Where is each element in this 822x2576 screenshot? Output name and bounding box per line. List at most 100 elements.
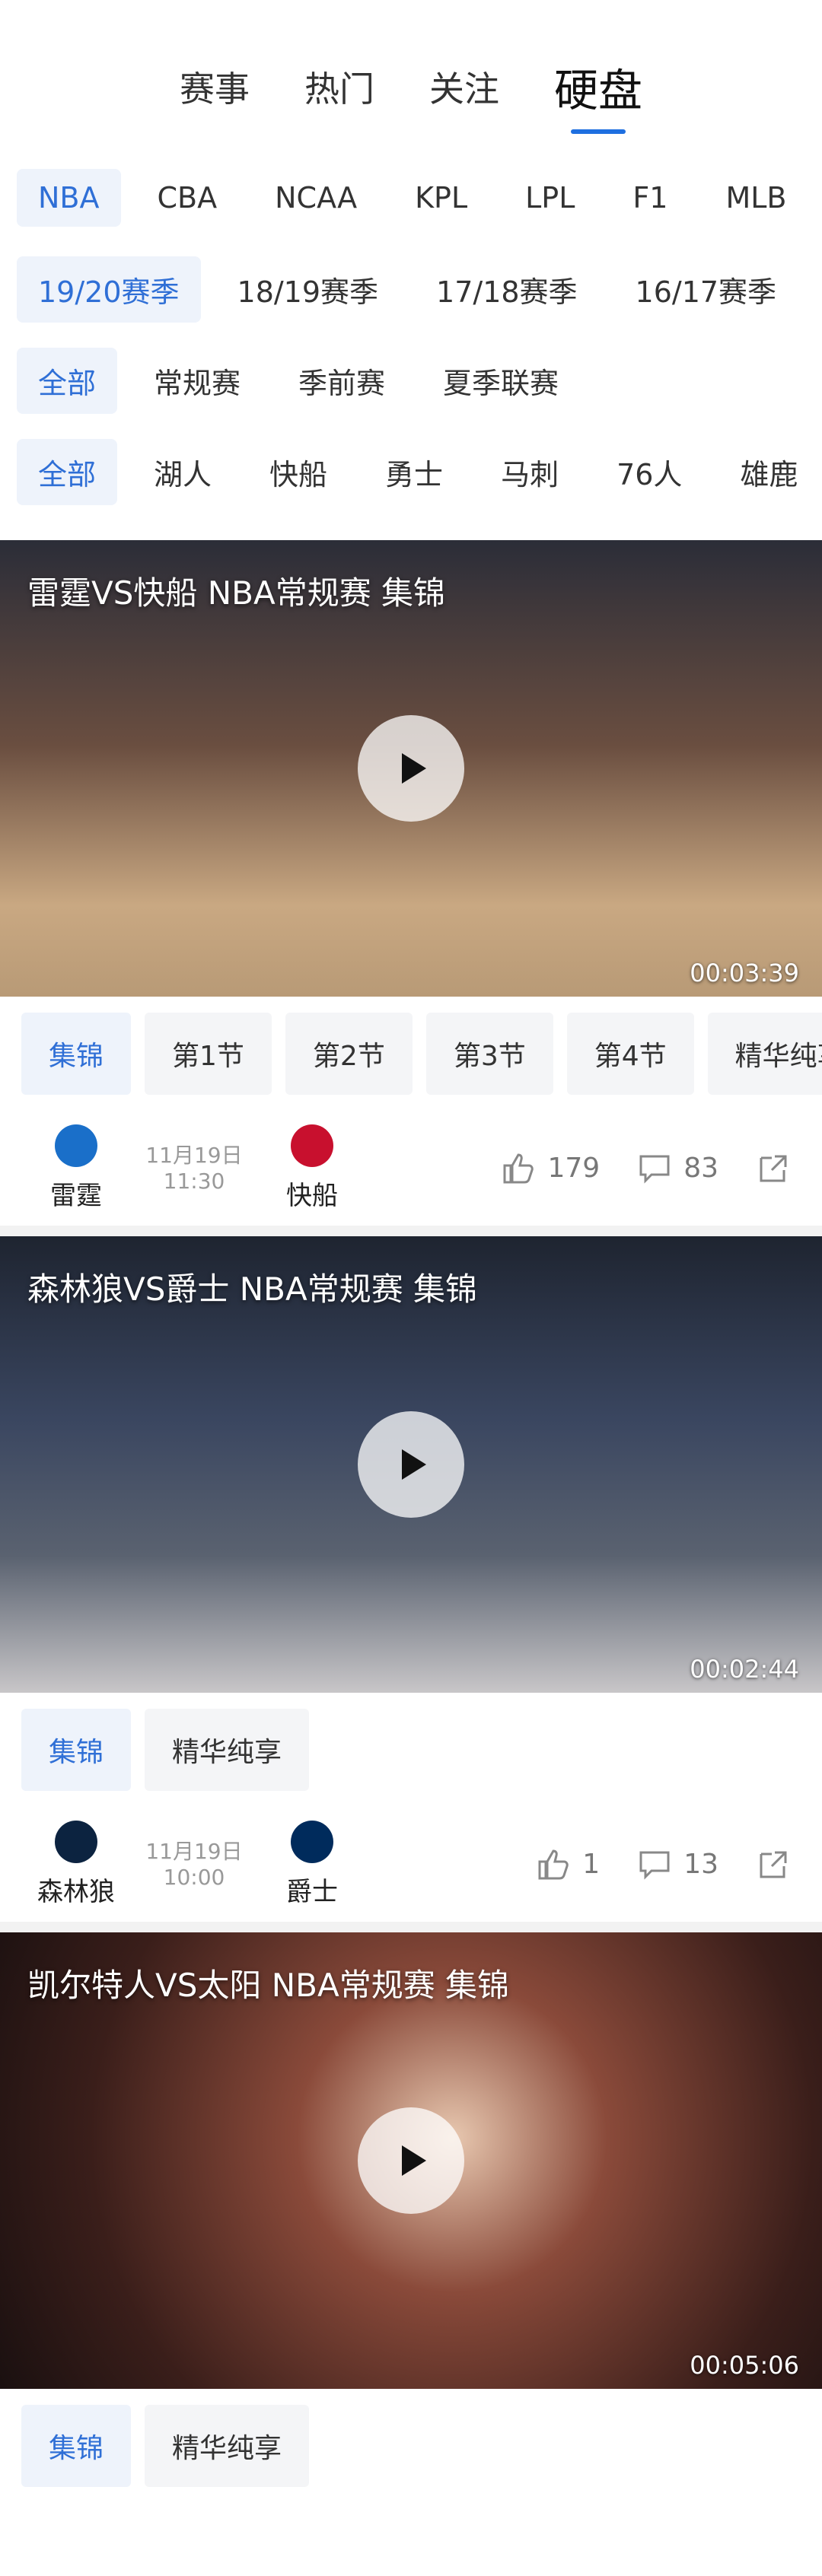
video-duration: 00:03:39 <box>690 959 799 987</box>
play-icon <box>402 753 426 784</box>
tab-events[interactable]: 赛事 <box>180 62 250 121</box>
play-icon <box>402 2145 426 2176</box>
segment-best[interactable]: 精华纯享 <box>145 1709 310 1791</box>
team-name: 爵士 <box>286 1877 338 1907</box>
away-team[interactable]: 快船 <box>266 1124 358 1212</box>
filter-league-cba[interactable]: CBA <box>136 169 239 227</box>
team-name: 快船 <box>286 1181 338 1211</box>
filter-season-1617[interactable]: 16/17赛季 <box>614 256 798 323</box>
video-title: 凯尔特人VS太阳 NBA常规赛 集锦 <box>27 1967 510 2004</box>
video-title: 森林狼VS爵士 NBA常规赛 集锦 <box>27 1271 478 1308</box>
top-tab-bar: 赛事 热门 关注 硬盘 <box>0 0 822 152</box>
match-clock: 10:00 <box>163 1864 225 1890</box>
filter-type-summer[interactable]: 夏季联赛 <box>422 348 580 414</box>
play-button[interactable] <box>358 715 464 822</box>
team-logo-icon <box>55 1821 97 1863</box>
filter-league-nba[interactable]: NBA <box>17 169 121 227</box>
match-time: 11月19日 10:00 <box>122 1839 266 1891</box>
match-info-row: 雷霆 11月19日 11:30 快船 179 83 <box>0 1111 822 1236</box>
thumbs-up-icon <box>538 1849 569 1879</box>
filter-team-all[interactable]: 全部 <box>17 438 118 505</box>
league-filter-row: NBA CBA NCAA KPL LPL F1 MLB <box>0 152 822 243</box>
filter-league-ncaa[interactable]: NCAA <box>253 169 378 227</box>
segment-q3[interactable]: 第3节 <box>425 1013 553 1095</box>
filter-team-warriors[interactable]: 勇士 <box>364 439 464 505</box>
segment-row: 集锦 精华纯享 <box>0 2389 822 2503</box>
filter-team-bucks[interactable]: 雄鹿 <box>718 439 819 505</box>
filter-league-kpl[interactable]: KPL <box>393 169 489 227</box>
comment-count: 83 <box>683 1153 718 1184</box>
match-time: 11月19日 11:30 <box>122 1143 266 1194</box>
video-card: 雷霆VS快船 NBA常规赛 集锦 00:03:39 集锦 第1节 第2节 第3节… <box>0 540 822 1236</box>
comment-button[interactable]: 13 <box>636 1846 718 1883</box>
segment-q2[interactable]: 第2节 <box>285 1013 413 1095</box>
like-count: 179 <box>547 1153 601 1184</box>
video-title: 雷霆VS快船 NBA常规赛 集锦 <box>27 574 446 612</box>
team-name: 雷霆 <box>50 1181 102 1211</box>
away-team[interactable]: 爵士 <box>266 1821 358 1908</box>
team-name: 森林狼 <box>37 1877 115 1907</box>
tab-hardcore[interactable]: 硬盘 <box>554 55 642 128</box>
segment-highlights[interactable]: 集锦 <box>21 1013 132 1095</box>
team-logo-icon <box>55 1124 97 1167</box>
segment-best[interactable]: 精华纯享 <box>707 1013 822 1095</box>
video-duration: 00:02:44 <box>690 1655 799 1684</box>
type-filter-row: 全部 常规赛 季前赛 夏季联赛 <box>0 335 822 426</box>
play-button[interactable] <box>358 2107 464 2214</box>
filter-team-clippers[interactable]: 快船 <box>248 439 349 505</box>
segment-q4[interactable]: 第4节 <box>566 1013 694 1095</box>
match-date: 11月19日 <box>145 1142 243 1168</box>
team-logo-icon <box>291 1821 333 1863</box>
comment-icon <box>639 1851 670 1880</box>
segment-row: 集锦 精华纯享 <box>0 1693 822 1807</box>
team-filter-row: 全部 湖人 快船 勇士 马刺 76人 雄鹿 <box>0 426 822 517</box>
filter-team-76ers[interactable]: 76人 <box>595 439 703 505</box>
filter-season-1819[interactable]: 18/19赛季 <box>216 256 400 323</box>
segment-best[interactable]: 精华纯享 <box>145 2405 310 2487</box>
comment-count: 13 <box>683 1849 718 1880</box>
segment-q1[interactable]: 第1节 <box>145 1013 272 1095</box>
like-button[interactable]: 1 <box>535 1846 600 1883</box>
tab-hot[interactable]: 热门 <box>304 62 374 121</box>
play-icon <box>402 1449 426 1480</box>
season-filter-row: 19/20赛季 18/19赛季 17/18赛季 16/17赛季 <box>0 243 822 335</box>
stats: 1 13 <box>535 1846 792 1883</box>
match-info-row: 森林狼 11月19日 10:00 爵士 1 13 <box>0 1807 822 1932</box>
segment-highlights[interactable]: 集锦 <box>21 2405 132 2487</box>
home-team[interactable]: 森林狼 <box>30 1821 122 1908</box>
video-card: 森林狼VS爵士 NBA常规赛 集锦 00:02:44 集锦 精华纯享 森林狼 1… <box>0 1236 822 1932</box>
share-icon <box>760 1851 787 1878</box>
video-player[interactable]: 雷霆VS快船 NBA常规赛 集锦 00:03:39 <box>0 540 822 997</box>
filter-team-lakers[interactable]: 湖人 <box>132 439 233 505</box>
video-card: 凯尔特人VS太阳 NBA常规赛 集锦 00:05:06 集锦 精华纯享 <box>0 1932 822 2503</box>
filter-league-mlb[interactable]: MLB <box>704 169 808 227</box>
comment-icon <box>639 1155 670 1184</box>
filter-season-1920[interactable]: 19/20赛季 <box>17 256 201 323</box>
segment-highlights[interactable]: 集锦 <box>21 1709 132 1791</box>
home-team[interactable]: 雷霆 <box>30 1124 122 1212</box>
team-logo-icon <box>291 1124 333 1167</box>
play-button[interactable] <box>358 1411 464 1518</box>
filter-league-lpl[interactable]: LPL <box>504 169 596 227</box>
video-duration: 00:05:06 <box>690 2351 799 2380</box>
share-button[interactable] <box>755 1150 792 1187</box>
like-button[interactable]: 179 <box>500 1150 600 1187</box>
tab-follow[interactable]: 关注 <box>429 62 499 121</box>
stats: 179 83 <box>500 1150 792 1187</box>
thumbs-up-icon <box>503 1153 534 1183</box>
match-clock: 11:30 <box>163 1168 225 1194</box>
filter-type-regular[interactable]: 常规赛 <box>132 348 262 414</box>
comment-button[interactable]: 83 <box>636 1150 718 1187</box>
filter-type-all[interactable]: 全部 <box>17 347 118 414</box>
filter-season-1718[interactable]: 17/18赛季 <box>415 256 599 323</box>
video-player[interactable]: 森林狼VS爵士 NBA常规赛 集锦 00:02:44 <box>0 1236 822 1693</box>
video-player[interactable]: 凯尔特人VS太阳 NBA常规赛 集锦 00:05:06 <box>0 1932 822 2389</box>
like-count: 1 <box>582 1849 601 1880</box>
share-button[interactable] <box>755 1846 792 1883</box>
filter-league-f1[interactable]: F1 <box>611 169 689 227</box>
match-date: 11月19日 <box>145 1838 243 1864</box>
segment-row: 集锦 第1节 第2节 第3节 第4节 精华纯享 <box>0 997 822 1111</box>
filter-team-spurs[interactable]: 马刺 <box>480 439 580 505</box>
filter-type-preseason[interactable]: 季前赛 <box>277 348 406 414</box>
share-icon <box>760 1155 787 1181</box>
